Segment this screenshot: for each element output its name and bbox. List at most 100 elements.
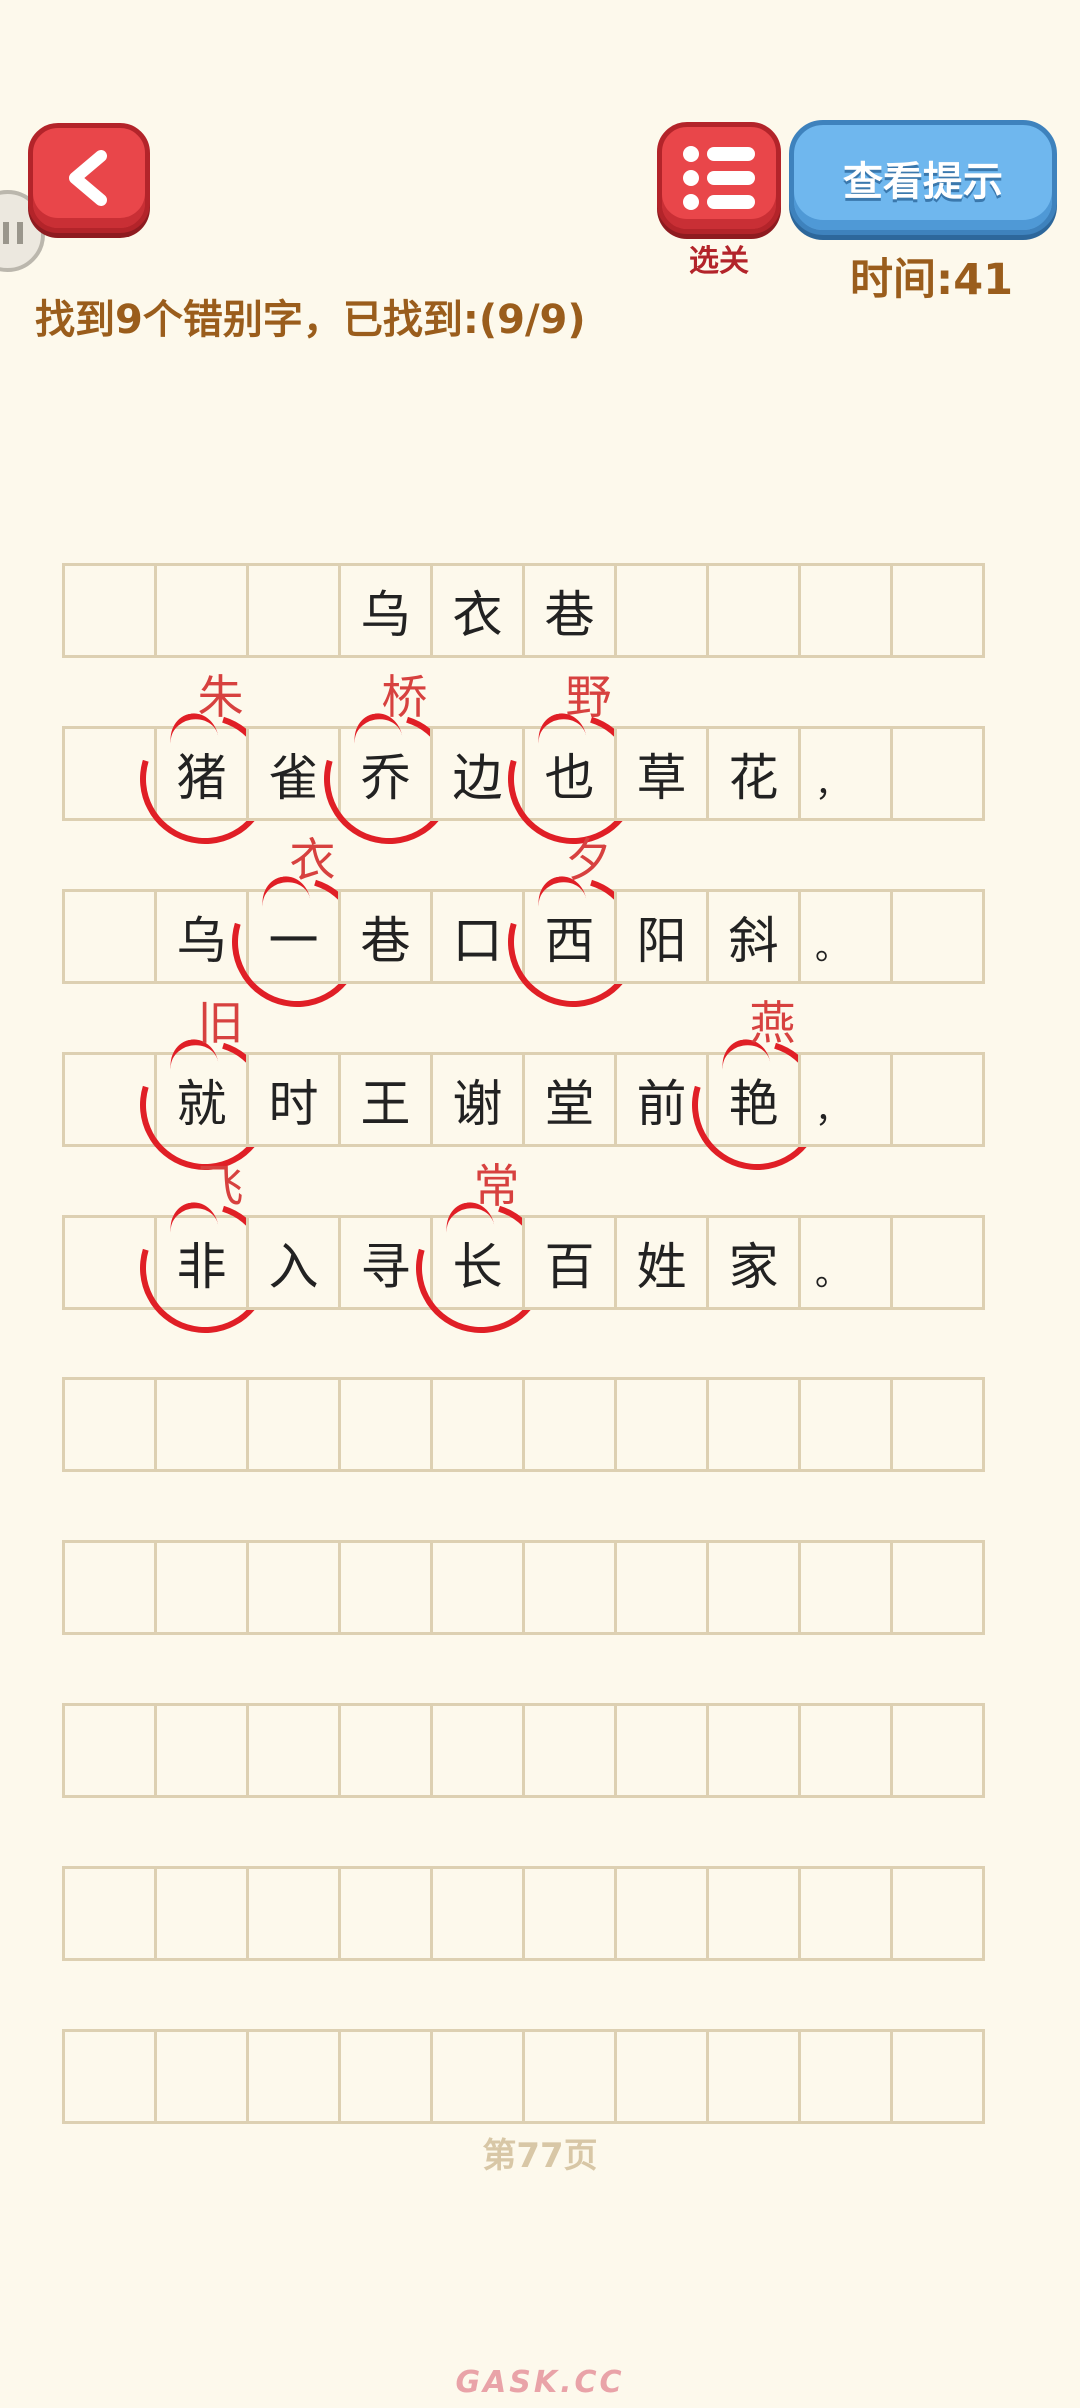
grid-cell[interactable]: 百 [522, 1215, 617, 1310]
grid-cell[interactable]: 阳 [614, 889, 709, 984]
grid-cell [706, 1377, 801, 1472]
grid-cell [522, 1703, 617, 1798]
grid-cell [890, 1052, 985, 1147]
grid-cell[interactable]: 乌 [338, 563, 433, 658]
grid-cell [798, 1703, 893, 1798]
grid-cell[interactable]: 家 [706, 1215, 801, 1310]
grid-cell [614, 1377, 709, 1472]
wrong-char-cell[interactable]: 长常 [392, 1159, 569, 1356]
grid-cell [706, 2029, 801, 2124]
wrong-char-cell[interactable]: 猪朱 [116, 670, 293, 867]
grid-cell[interactable]: 。 [798, 1215, 893, 1310]
grid-cell [246, 1540, 341, 1635]
chevron-left-icon [69, 150, 107, 206]
grid-cell [154, 1866, 249, 1961]
grid-cell [246, 2029, 341, 2124]
view-hint-button[interactable]: 查看提示 [789, 120, 1057, 235]
grid-cell [62, 726, 157, 821]
grid-cell[interactable]: 边 [430, 726, 525, 821]
wrong-char-cell[interactable]: 非飞 [116, 1159, 293, 1356]
cell-char: 艳 [728, 1074, 779, 1133]
grid-row: 乌一衣巷口西夕阳斜。 [62, 833, 985, 1030]
grid-cell [430, 1540, 525, 1635]
grid-cell[interactable]: ， [798, 726, 893, 821]
wrong-char-cell[interactable]: 乔桥 [300, 670, 477, 867]
cell-char: 非 [176, 1237, 227, 1296]
cell-char: 也 [544, 748, 595, 807]
cell-char: 百 [544, 1237, 595, 1296]
grid-row [62, 1540, 985, 1635]
grid-cell[interactable]: 口 [430, 889, 525, 984]
grid-cell[interactable]: 巷 [338, 889, 433, 984]
grid-cell[interactable]: 堂 [522, 1052, 617, 1147]
grid-cell [62, 1377, 157, 1472]
cell-char: 前 [636, 1074, 687, 1133]
cell-char: 雀 [268, 748, 319, 807]
grid-cell[interactable]: 花 [706, 726, 801, 821]
grid-cell[interactable]: ， [798, 1052, 893, 1147]
grid-cell [522, 2029, 617, 2124]
wrong-char-cell[interactable]: 西夕 [484, 833, 661, 1030]
cell-char: 姓 [636, 1237, 687, 1296]
instruction-text: 找到9个错别字，已找到:(9/9) [35, 297, 586, 343]
correction-char: 常 [473, 1159, 520, 1213]
grid-cell [430, 1703, 525, 1798]
cell-char: 寻 [360, 1237, 411, 1296]
cell-char: 乌 [176, 911, 227, 970]
cell-char: 就 [176, 1074, 227, 1133]
grid-cell [890, 1703, 985, 1798]
cell-char: 草 [636, 748, 687, 807]
cell-char: 一 [268, 911, 319, 970]
grid-cell[interactable]: 寻 [338, 1215, 433, 1310]
wrong-char-cell[interactable]: 一衣 [208, 833, 385, 1030]
grid-cell [706, 563, 801, 658]
grid-cell [338, 2029, 433, 2124]
cell-char: ， [815, 765, 849, 805]
level-select-button[interactable] [657, 122, 781, 234]
grid-cell[interactable]: 入 [246, 1215, 341, 1310]
grid-cell [62, 1540, 157, 1635]
grid-cell[interactable]: 王 [338, 1052, 433, 1147]
grid-cell [430, 2029, 525, 2124]
grid-cell[interactable]: 衣 [430, 563, 525, 658]
grid-cell[interactable]: 前 [614, 1052, 709, 1147]
grid-cell [154, 2029, 249, 2124]
grid-cell[interactable]: 。 [798, 889, 893, 984]
wrong-char-cell[interactable]: 就旧 [116, 996, 293, 1193]
grid-cell[interactable]: 斜 [706, 889, 801, 984]
correction-char: 旧 [197, 996, 244, 1050]
grid-cell [62, 1703, 157, 1798]
timer: 时间:41 [850, 255, 1014, 305]
grid-cell[interactable]: 乌 [154, 889, 249, 984]
grid-cell [338, 1866, 433, 1961]
cell-char: 乔 [360, 748, 411, 807]
grid-cell [798, 1540, 893, 1635]
back-button[interactable] [28, 123, 150, 233]
grid-cell[interactable]: 谢 [430, 1052, 525, 1147]
grid-cell [246, 1377, 341, 1472]
cell-char: 衣 [452, 585, 503, 644]
cell-char: 巷 [544, 585, 595, 644]
grid-cell [154, 1540, 249, 1635]
grid-cell [614, 1703, 709, 1798]
cell-char: 乌 [360, 585, 411, 644]
wrong-char-cell[interactable]: 艳燕 [668, 996, 845, 1193]
grid-cell [798, 563, 893, 658]
level-select-label: 选关 [689, 244, 749, 279]
grid-cell [154, 1377, 249, 1472]
grid-cell[interactable]: 草 [614, 726, 709, 821]
grid-cell [614, 563, 709, 658]
grid-cell [246, 1703, 341, 1798]
watermark: GASK.CC [455, 2365, 625, 2400]
correction-char: 朱 [197, 670, 244, 724]
grid-cell[interactable]: 巷 [522, 563, 617, 658]
grid-cell[interactable]: 雀 [246, 726, 341, 821]
correction-char: 飞 [197, 1159, 244, 1213]
grid-cell [246, 1866, 341, 1961]
wrong-char-cell[interactable]: 也野 [484, 670, 661, 867]
grid-row: 非飞入寻长常百姓家。 [62, 1159, 985, 1356]
grid-cell[interactable]: 时 [246, 1052, 341, 1147]
cell-char: 斜 [728, 911, 779, 970]
grid-cell [62, 1866, 157, 1961]
grid-cell[interactable]: 姓 [614, 1215, 709, 1310]
